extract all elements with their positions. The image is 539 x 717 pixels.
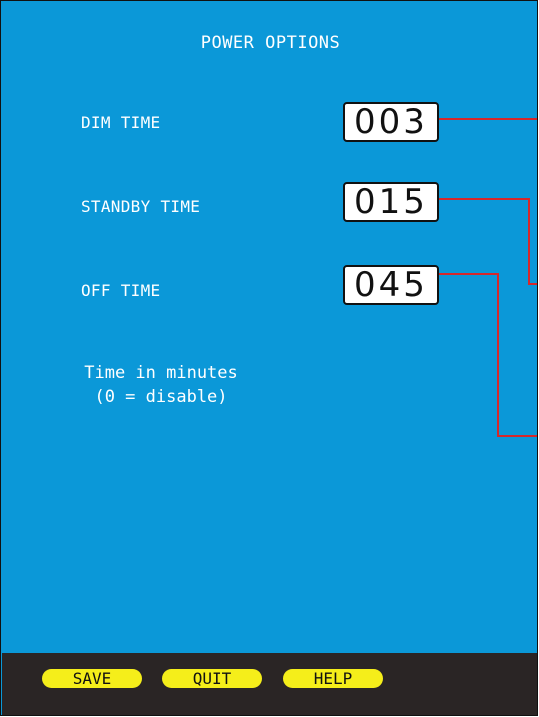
off-time-leader-line — [439, 273, 537, 437]
standby-time-label: STANDBY TIME — [81, 197, 201, 216]
save-button[interactable]: SAVE — [42, 669, 142, 688]
page-title: POWER OPTIONS — [200, 33, 341, 53]
standby-time-leader-line — [439, 198, 537, 285]
dim-time-field[interactable]: 003 — [343, 102, 439, 142]
power-options-screen: POWER OPTIONS DIM TIME 003 STANDBY TIME … — [0, 0, 538, 716]
off-time-label: OFF TIME — [81, 281, 161, 300]
softkey-bar: SAVE QUIT HELP — [2, 653, 537, 715]
dim-time-label: DIM TIME — [81, 113, 161, 132]
quit-button[interactable]: QUIT — [162, 669, 262, 688]
help-button[interactable]: HELP — [283, 669, 383, 688]
off-time-field[interactable]: 045 — [343, 265, 439, 305]
standby-time-field[interactable]: 015 — [343, 182, 439, 222]
hint-units: Time in minutes — [84, 363, 238, 383]
callout-leader-lines — [439, 118, 537, 437]
hint-disable: (0 = disable) — [94, 387, 228, 407]
